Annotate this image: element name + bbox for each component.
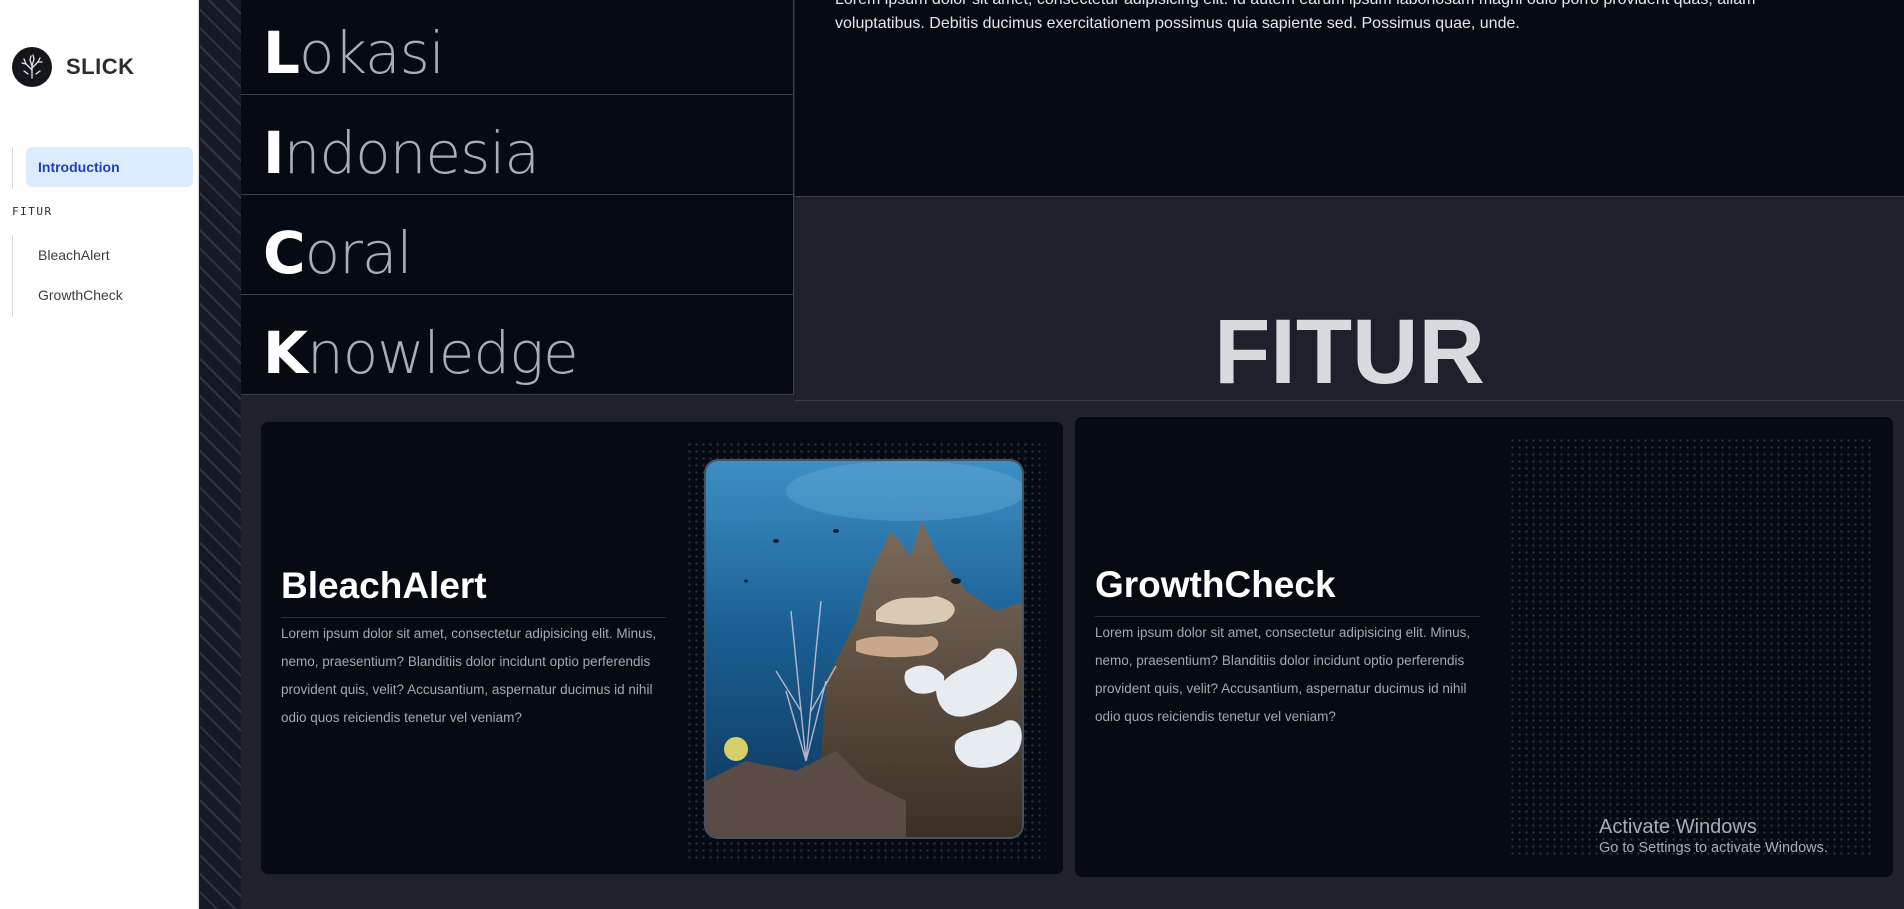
card-description: Lorem ipsum dolor sit amet, consectetur … xyxy=(1095,625,1471,724)
card-title: BleachAlert xyxy=(281,565,487,606)
card-divider xyxy=(1095,616,1480,617)
card-description: Lorem ipsum dolor sit amet, consectetur … xyxy=(281,626,657,725)
watermark-subtitle: Go to Settings to activate Windows. xyxy=(1599,840,1828,856)
section-label-fitur: FITUR xyxy=(12,205,53,218)
coral-reef-image xyxy=(704,459,1024,839)
feature-card-growthcheck: GrowthCheck Lorem ipsum dolor sit amet, … xyxy=(1075,417,1893,877)
coral-logo-icon xyxy=(12,47,52,87)
acronym-rest: oral xyxy=(304,219,413,287)
dot-pattern xyxy=(1509,437,1873,857)
fitur-heading: FITUR xyxy=(1214,301,1485,401)
intro-panel: Lorem ipsum dolor sit amet, consectetur … xyxy=(795,0,1904,197)
acronym-letter: C xyxy=(263,219,306,287)
sidebar: SLICK Introduction FITUR BleachAlert Gro… xyxy=(0,0,199,909)
acronym-word-coral: Coral xyxy=(241,195,794,295)
intro-paragraph: Lorem ipsum dolor sit amet, consectetur … xyxy=(835,0,1755,32)
feature-card-bleachalert: BleachAlert Lorem ipsum dolor sit amet, … xyxy=(261,422,1063,874)
card-title: GrowthCheck xyxy=(1095,564,1336,605)
acronym-list: Lokasi Indonesia Coral Knowledge xyxy=(241,0,794,401)
card-divider xyxy=(281,617,666,618)
nav-intro-group: Introduction xyxy=(12,147,193,189)
acronym-word-indonesia: Indonesia xyxy=(241,95,794,195)
acronym-letter: L xyxy=(263,19,300,87)
acronym-word-knowledge: Knowledge xyxy=(241,295,794,395)
acronym-letter: K xyxy=(263,319,308,387)
watermark-title: Activate Windows xyxy=(1599,816,1757,838)
sidebar-item-growthcheck[interactable]: GrowthCheck xyxy=(26,275,193,315)
windows-activation-watermark: Activate Windows Go to Settings to activ… xyxy=(1599,816,1828,856)
acronym-letter: I xyxy=(263,119,285,187)
acronym-word-lokasi: Lokasi xyxy=(241,0,794,95)
acronym-rest: ndonesia xyxy=(283,119,540,187)
brand[interactable]: SLICK xyxy=(12,47,135,87)
sidebar-item-bleachalert[interactable]: BleachAlert xyxy=(26,235,193,275)
decorative-stripe xyxy=(200,0,241,909)
nav-fitur-group: BleachAlert GrowthCheck xyxy=(12,235,193,317)
brand-name: SLICK xyxy=(66,54,135,79)
sidebar-item-introduction[interactable]: Introduction xyxy=(26,147,193,187)
acronym-rest: nowledge xyxy=(306,319,579,387)
acronym-rest: okasi xyxy=(298,19,445,87)
fitur-panel: FITUR xyxy=(795,198,1904,401)
